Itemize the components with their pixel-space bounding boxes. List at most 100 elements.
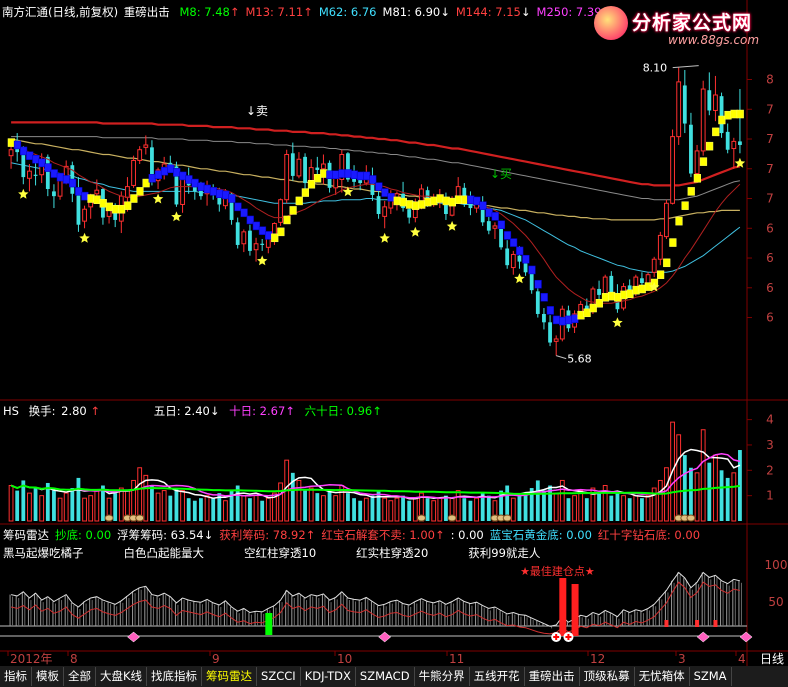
price-axis-label: 6 [766, 221, 774, 235]
formula-tab[interactable]: 牛熊分界 [415, 667, 470, 686]
volume-bar [682, 455, 687, 521]
ribbon-segment [344, 169, 352, 178]
candle-body [510, 253, 516, 269]
volume-bar [150, 485, 154, 521]
candle-body [486, 221, 491, 231]
ribbon-segment [528, 265, 536, 275]
candle-body [505, 248, 510, 266]
ribbon-segment [577, 310, 585, 320]
indicator-readout: 浮筹筹码: 63.54↓ [117, 528, 214, 542]
formula-tab[interactable]: 模板 [32, 667, 64, 686]
chart-canvas[interactable]: 8.10 5.68 ↓卖 ↓买 ★最佳建仓点★ 8 7 7 7 7 6 6 6 6 4 3 2 1 100 50 2… [0, 0, 788, 666]
date-axis-label: 12 [590, 652, 605, 666]
date-axis-label: 11 [449, 652, 464, 666]
candle-body [106, 209, 112, 217]
volume-bar [39, 495, 45, 522]
volume-bar [15, 490, 20, 521]
formula-tab[interactable]: 五线开花 [470, 667, 525, 686]
ribbon-segment [234, 202, 242, 212]
ribbon-segment [258, 226, 267, 235]
ribbon-segment [461, 195, 469, 204]
formula-tab[interactable]: SZMACD [356, 667, 415, 686]
ribbon-segment [154, 170, 162, 179]
indicator-readout: 筹码雷达 [3, 528, 49, 542]
formula-tab[interactable]: 顶级私募 [580, 667, 635, 686]
volume-bar [474, 497, 479, 522]
volume-header: HS 换手: 2.80 ↑ 五日: 2.40↓ 十日: 2.67↑ 六十日: 0… [3, 403, 388, 419]
volume-bar [94, 490, 100, 522]
buy-star-icon [446, 220, 458, 231]
volume-bar [143, 474, 149, 522]
candle-body [676, 81, 682, 138]
ribbon-segment [356, 171, 365, 181]
ribbon-segment [393, 196, 401, 206]
ribbon-segment [203, 184, 211, 194]
volume-bar [57, 497, 63, 522]
volume-bar [584, 498, 589, 521]
ribbon-segment [228, 194, 236, 203]
volume-bar [633, 495, 639, 522]
ribbon-segment [332, 170, 340, 179]
ribbon-segment [430, 196, 438, 206]
volume-bar [382, 497, 388, 522]
formula-tab[interactable]: 找底指标 [147, 667, 203, 686]
price-axis-label: 6 [766, 311, 774, 325]
volume-bar [70, 488, 75, 521]
ribbon-segment [454, 195, 463, 204]
candle-body [278, 199, 283, 223]
candle-body [517, 255, 522, 262]
ribbon-segment [87, 194, 95, 203]
ribbon-segment [277, 227, 285, 237]
formula-tab[interactable]: KDJ-TDX [301, 667, 356, 686]
indicator-readout: : 0.00 [450, 528, 484, 542]
volume-bar [352, 498, 356, 521]
formula-tab[interactable]: 无忧箱体 [635, 667, 690, 686]
ribbon-segment [271, 233, 279, 243]
volume-bar [437, 497, 443, 522]
logo-badge-icon [594, 6, 628, 40]
ribbon-segment [320, 169, 328, 178]
ribbon-segment [387, 193, 395, 202]
volume-bar [719, 470, 724, 521]
formula-tab[interactable]: SZMA [690, 667, 732, 686]
candle-body [8, 149, 14, 157]
ribbon-segment [301, 188, 309, 197]
volume-bar [333, 495, 339, 522]
candle-body [321, 163, 326, 170]
price-axis-label: 7 [766, 162, 774, 176]
volume-bar [657, 479, 663, 522]
ribbon-segment [160, 166, 169, 176]
formula-tab[interactable]: 重磅出击 [525, 667, 580, 686]
formula-tab[interactable]: 全部 [64, 667, 96, 686]
volume-pane[interactable] [8, 421, 742, 522]
indicator-axis-label: 100 [765, 558, 788, 572]
volume-bar [346, 493, 350, 521]
candle-body [640, 278, 644, 284]
ribbon-segment [197, 182, 205, 191]
candle-body [664, 202, 669, 238]
price-pane[interactable]: 8.10 5.68 ↓卖 ↓买 [7, 62, 746, 366]
candle-body [33, 174, 38, 176]
volume-bar [186, 498, 191, 521]
ribbon-segment [240, 208, 248, 218]
volume-bar [553, 492, 559, 522]
formula-tab[interactable]: SZCCI [257, 667, 301, 686]
ribbon-segment [632, 285, 640, 295]
ma-readout-arrow: ↑ [229, 5, 240, 19]
volume-bar [523, 493, 528, 521]
indicator-pane[interactable]: ★最佳建仓点★ [0, 564, 753, 643]
volume-bar [253, 495, 259, 522]
volume-bar [431, 500, 437, 522]
candle-body [597, 288, 601, 295]
formula-tab[interactable]: 大盘K线 [96, 667, 148, 686]
window-title: 南方汇通(日线,前复权) [2, 5, 119, 19]
ribbon-segment [62, 175, 71, 184]
formula-tab[interactable]: 指标 [0, 667, 32, 686]
ribbon-segment [718, 115, 726, 125]
candle-body [707, 90, 712, 111]
ribbon-segment [307, 179, 316, 189]
formula-tab[interactable]: 筹码雷达 [202, 667, 258, 686]
volume-bar [211, 498, 216, 521]
chip-marker-icon [502, 514, 512, 522]
candle-body [388, 200, 394, 209]
